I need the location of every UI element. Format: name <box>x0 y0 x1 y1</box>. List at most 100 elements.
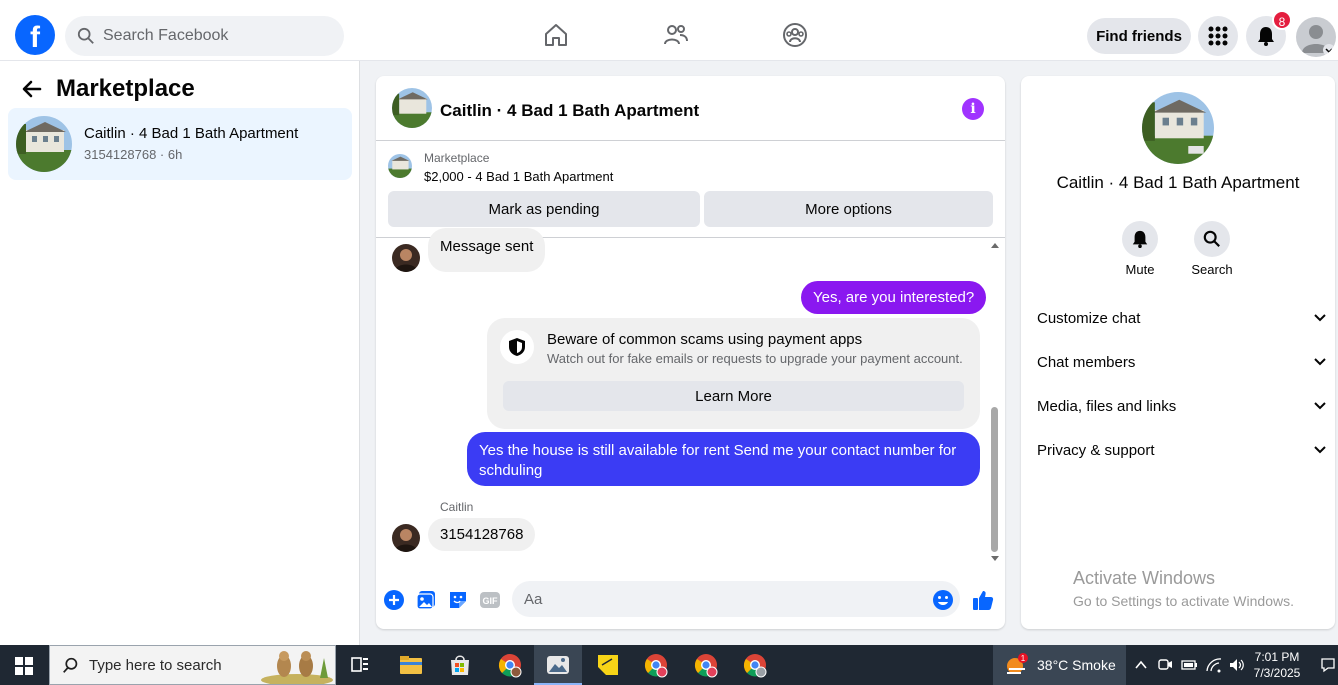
chrome-profile-icon[interactable] <box>741 651 769 679</box>
friends-icon[interactable] <box>663 22 689 48</box>
activate-windows-text: Go to Settings to activate Windows. <box>1073 593 1294 609</box>
chrome-icon[interactable] <box>496 651 524 679</box>
sticker-icon[interactable] <box>447 589 469 611</box>
shield-icon <box>509 338 525 356</box>
top-navigation-bar: f Find friends 8 <box>0 0 1338 61</box>
row-label: Chat members <box>1037 353 1136 371</box>
chevron-down-icon <box>1314 314 1326 322</box>
search-icon <box>77 27 94 44</box>
conversation-name: Caitlin · 4 Bad 1 Bath Apartment <box>84 125 299 142</box>
bell-icon <box>1132 230 1148 248</box>
conversation-thumbnail <box>16 116 72 172</box>
search-highlight-illustration-icon <box>261 651 333 684</box>
warning-text: Watch out for fake emails or requests to… <box>547 351 963 366</box>
listing-thumbnail <box>388 154 412 178</box>
row-label: Media, files and links <box>1037 397 1177 415</box>
chat-avatar[interactable] <box>392 88 432 128</box>
chevron-up-icon[interactable] <box>1134 658 1148 672</box>
row-label: Privacy & support <box>1037 441 1155 459</box>
chevron-down-icon <box>1314 402 1326 410</box>
gif-icon[interactable]: GIF <box>479 589 501 611</box>
details-name: Caitlin · 4 Bad 1 Bath Apartment <box>1056 173 1300 192</box>
active-app-highlight[interactable] <box>534 645 582 685</box>
mute-button[interactable] <box>1122 221 1158 257</box>
plus-icon[interactable] <box>383 589 405 611</box>
scam-warning-card: Beware of common scams using payment app… <box>487 318 980 429</box>
chat-members-row[interactable]: Chat members <box>1037 347 1327 377</box>
search-icon <box>1203 230 1220 247</box>
chat-header: Caitlin · 4 Bad 1 Bath Apartment i <box>376 76 1005 141</box>
windows-icon[interactable] <box>15 657 33 675</box>
search-input[interactable] <box>103 27 323 45</box>
back-arrow-icon[interactable] <box>20 77 44 101</box>
weather-text: 38°C Smoke <box>1037 657 1116 673</box>
info-icon[interactable]: i <box>962 98 984 120</box>
chat-details-panel: Caitlin · 4 Bad 1 Bath Apartment Mute Se… <box>1021 76 1335 629</box>
media-files-links-row[interactable]: Media, files and links <box>1037 391 1327 421</box>
message-bubble-received: 3154128768 <box>428 518 536 551</box>
system-clock[interactable]: 7:01 PM 7/3/2025 <box>1252 649 1302 681</box>
listing-title[interactable]: $2,000 - 4 Bad 1 Bath Apartment <box>424 169 613 184</box>
photos-icon <box>547 656 569 674</box>
more-options-button[interactable]: More options <box>704 191 993 227</box>
privacy-support-row[interactable]: Privacy & support <box>1037 435 1327 465</box>
notification-center-icon[interactable] <box>1320 657 1336 673</box>
sidebar-title: Marketplace <box>56 75 195 102</box>
learn-more-button[interactable]: Learn More <box>503 381 964 411</box>
chrome-profile-icon[interactable] <box>692 651 720 679</box>
warning-title: Beware of common scams using payment app… <box>547 331 863 348</box>
menu-grid-icon <box>1208 26 1228 46</box>
message-bubble-received: Message sent <box>428 228 546 272</box>
search-conversation-button[interactable] <box>1194 221 1230 257</box>
sender-avatar[interactable] <box>392 524 420 552</box>
task-view-icon[interactable] <box>346 651 374 679</box>
customize-chat-row[interactable]: Customize chat <box>1037 303 1327 333</box>
home-icon[interactable] <box>543 22 569 48</box>
chevron-down-icon <box>1314 446 1326 454</box>
emoji-icon[interactable] <box>932 589 954 611</box>
chat-panel: Caitlin · 4 Bad 1 Bath Apartment i Marke… <box>376 76 1005 629</box>
sticky-notes-icon[interactable] <box>594 651 622 679</box>
weather-widget[interactable]: 1 38°C Smoke <box>993 645 1126 685</box>
chevron-down-icon <box>1314 358 1326 366</box>
svg-text:GIF: GIF <box>483 596 499 606</box>
thumbs-up-icon[interactable] <box>972 589 994 611</box>
taskbar-search-input[interactable] <box>89 656 259 674</box>
message-bubble-sent: Yes, are you interested? <box>801 281 987 314</box>
marketplace-label: Marketplace <box>424 151 490 165</box>
menu-button[interactable] <box>1198 16 1238 56</box>
message-input[interactable] <box>512 581 960 617</box>
details-avatar[interactable] <box>1142 92 1214 164</box>
sender-avatar[interactable] <box>392 244 420 272</box>
image-icon[interactable] <box>415 589 437 611</box>
wifi-icon[interactable] <box>1205 657 1223 673</box>
marketplace-sidebar: Marketplace Caitlin · 4 Bad 1 Bath Apart… <box>0 61 360 645</box>
row-label: Customize chat <box>1037 309 1141 327</box>
search-label: Search <box>1191 262 1233 277</box>
volume-icon[interactable] <box>1228 657 1246 673</box>
meet-now-icon[interactable] <box>1157 657 1173 673</box>
groups-icon[interactable] <box>782 22 808 48</box>
account-avatar[interactable] <box>1296 17 1336 57</box>
windows-taskbar: 1 38°C Smoke 7:01 PM 7/3/2025 <box>0 645 1338 685</box>
taskbar-search[interactable] <box>49 645 336 685</box>
search-facebook[interactable] <box>65 16 344 56</box>
warning-icon-circle <box>500 330 534 364</box>
search-icon <box>63 657 78 673</box>
clock-date: 7/3/2025 <box>1253 666 1301 680</box>
mark-as-pending-button[interactable]: Mark as pending <box>388 191 700 227</box>
facebook-logo[interactable]: f <box>15 15 55 55</box>
scrollbar-thumb[interactable] <box>991 407 998 552</box>
file-explorer-icon[interactable] <box>397 651 425 679</box>
chat-title[interactable]: Caitlin · 4 Bad 1 Bath Apartment <box>440 101 699 121</box>
conversation-subtitle: 3154128768 · 6h <box>84 147 183 162</box>
battery-icon[interactable] <box>1180 657 1198 673</box>
bell-icon <box>1258 27 1274 46</box>
find-friends-button[interactable]: Find friends <box>1087 18 1191 54</box>
sender-name: Caitlin <box>440 500 474 514</box>
conversation-item[interactable]: Caitlin · 4 Bad 1 Bath Apartment 3154128… <box>8 108 352 180</box>
notification-badge: 8 <box>1272 10 1292 30</box>
microsoft-store-icon[interactable] <box>446 651 474 679</box>
chrome-profile-icon[interactable] <box>642 651 670 679</box>
mute-label: Mute <box>1125 262 1155 277</box>
